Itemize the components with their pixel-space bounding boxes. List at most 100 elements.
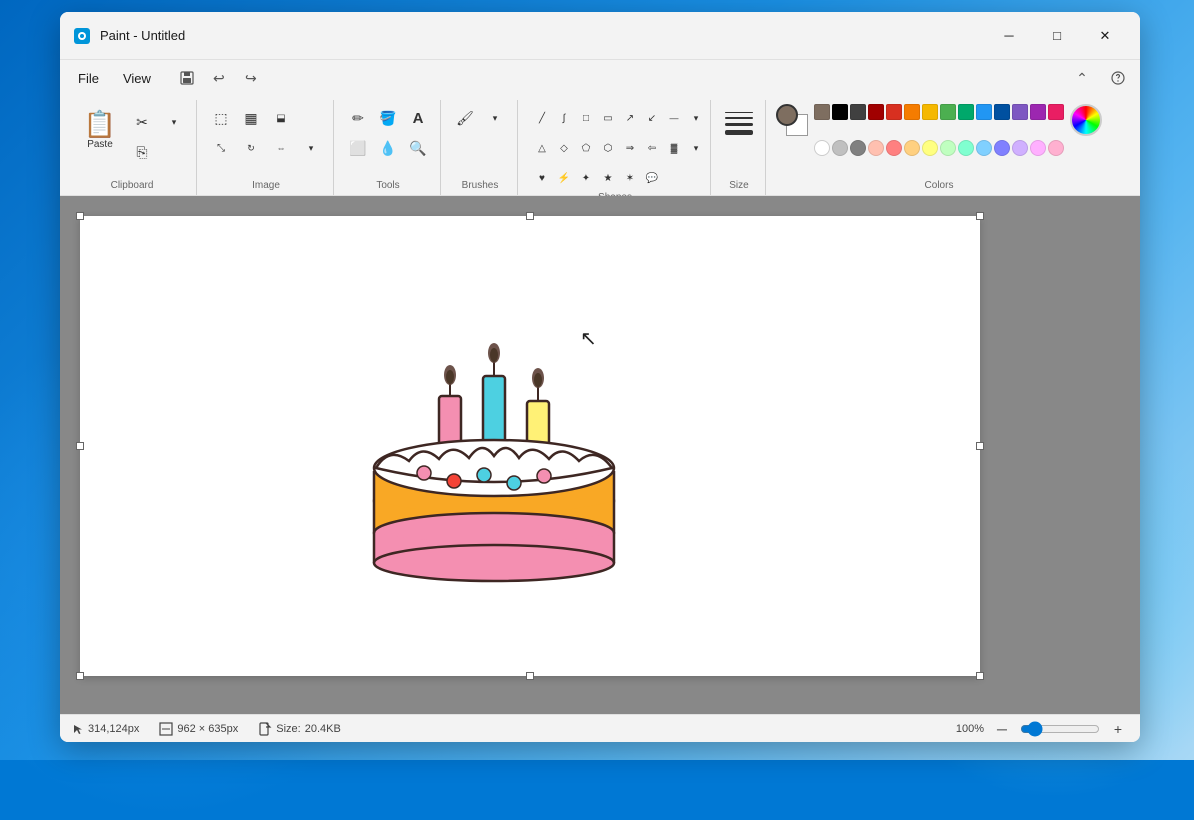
brushes-label: Brushes xyxy=(462,180,499,195)
swatch-lightsalmon[interactable] xyxy=(868,140,884,156)
cursor-icon xyxy=(72,723,84,735)
swatch-white[interactable] xyxy=(814,140,830,156)
swatch-lightorange[interactable] xyxy=(904,140,920,156)
rotate-button[interactable]: ↻ xyxy=(237,134,265,162)
swatch-lightred[interactable] xyxy=(886,140,902,156)
colors-label: Colors xyxy=(925,180,954,195)
window-title: Paint - Untitled xyxy=(100,28,185,43)
swatch-lightyellow[interactable] xyxy=(922,140,938,156)
redo-button[interactable]: ↪ xyxy=(237,64,265,92)
swatch-darkgray[interactable] xyxy=(850,104,866,120)
size-2px[interactable] xyxy=(725,117,753,119)
coordinates-display: 314,124px xyxy=(72,723,139,735)
image-group: ⬚ ▦ ⬓ ⤡ ↻ ⇔ ▾ Image xyxy=(199,100,334,195)
size-3px[interactable] xyxy=(725,123,753,126)
ribbon: 📋 Paste ✂ ⎘ ▾ Clipboard ⬚ ▦ ⬓ xyxy=(60,96,1140,196)
zoom-out-button[interactable]: ─ xyxy=(992,719,1012,739)
swatch-row1 xyxy=(814,104,1064,138)
pencil-button[interactable]: ✏ xyxy=(344,104,372,132)
swatch-lightviolet[interactable] xyxy=(1030,140,1046,156)
zoom-button[interactable]: 🔍 xyxy=(404,134,432,162)
swatch-black[interactable] xyxy=(832,104,848,120)
zoom-slider[interactable] xyxy=(1020,721,1100,737)
help-button[interactable] xyxy=(1104,64,1132,92)
swatch-lightpink[interactable] xyxy=(1048,140,1064,156)
swatch-gray[interactable] xyxy=(850,140,866,156)
swatch-purple[interactable] xyxy=(1012,104,1028,120)
cut-button[interactable]: ✂ xyxy=(128,108,156,136)
image-label: Image xyxy=(252,180,280,195)
app-icon xyxy=(72,26,92,46)
maximize-button[interactable]: □ xyxy=(1034,20,1080,52)
paste-button[interactable]: 📋 Paste xyxy=(76,104,124,156)
color-swatches xyxy=(814,104,1064,174)
swatch-violet[interactable] xyxy=(1030,104,1046,120)
select-button[interactable]: ⬚ xyxy=(207,104,235,132)
zoom-in-button[interactable]: + xyxy=(1108,719,1128,739)
shapes-group: ╱ ∫ □ ▭ ↗ ↙ — ▾ △ ◇ ⬠ ⬡ ⇒ ⇦ ▓ ▾ ♥ ⚡ ✦ xyxy=(520,100,711,195)
menu-bar-right: ⌃ xyxy=(1068,64,1132,92)
collapse-ribbon-button[interactable]: ⌃ xyxy=(1068,64,1096,92)
swatch-red[interactable] xyxy=(886,104,902,120)
swatch-lightgreen[interactable] xyxy=(940,140,956,156)
swatch-lightpurple[interactable] xyxy=(994,140,1010,156)
drawing-canvas[interactable]: ↖ xyxy=(80,216,980,676)
paste-dropdown[interactable]: ▾ xyxy=(160,108,188,136)
callout-tool[interactable]: 💬 xyxy=(638,164,666,192)
size-1px[interactable] xyxy=(725,112,753,113)
crop-button[interactable]: ⬓ xyxy=(267,104,295,132)
color-wheel[interactable] xyxy=(1070,104,1102,136)
menu-view[interactable]: View xyxy=(113,67,161,90)
swatch-lightblue[interactable] xyxy=(976,140,992,156)
brushes-dropdown[interactable]: ▾ xyxy=(481,104,509,132)
swatch-darkblue[interactable] xyxy=(994,104,1010,120)
close-button[interactable]: ✕ xyxy=(1082,20,1128,52)
flip-button[interactable]: ⇔ xyxy=(267,134,295,162)
swatch-yellow[interactable] xyxy=(922,104,938,120)
dimensions-icon xyxy=(159,722,173,736)
swatch-silver[interactable] xyxy=(832,140,848,156)
minimize-button[interactable]: ─ xyxy=(986,20,1032,52)
fill-button[interactable]: 🪣 xyxy=(374,104,402,132)
undo-button[interactable]: ↩ xyxy=(205,64,233,92)
size-label-text: Size: xyxy=(276,723,300,735)
swatch-lightcyan[interactable] xyxy=(958,140,974,156)
size-5px[interactable] xyxy=(725,130,753,135)
filesize-text: 20.4KB xyxy=(305,723,341,735)
tools-group: ✏ 🪣 A ⬜ 💧 🔍 Tools xyxy=(336,100,441,195)
canvas-area[interactable]: ↖ xyxy=(60,196,1140,714)
swatch-orange[interactable] xyxy=(904,104,920,120)
color-picker-button[interactable]: 💧 xyxy=(374,134,402,162)
outline-dropdown[interactable]: ▾ xyxy=(682,104,710,132)
fill-dropdown[interactable]: ▾ xyxy=(682,134,710,162)
eraser-button[interactable]: ⬜ xyxy=(344,134,372,162)
brush-button[interactable]: 🖌 xyxy=(451,104,479,132)
swatch-lavender[interactable] xyxy=(1012,140,1028,156)
swatch-darkred[interactable] xyxy=(868,104,884,120)
image-dropdown[interactable]: ▾ xyxy=(297,134,325,162)
dimensions-display: 962 × 635px xyxy=(159,722,238,736)
size-group: Size xyxy=(713,100,766,195)
dimensions-text: 962 × 635px xyxy=(177,723,238,735)
paint-window: Paint - Untitled ─ □ ✕ File View ↩ ↪ ⌃ xyxy=(60,12,1140,742)
swatch-green[interactable] xyxy=(940,104,956,120)
save-button[interactable] xyxy=(173,64,201,92)
brushes-group: 🖌 ▾ Brushes xyxy=(443,100,518,195)
clipboard-group: 📋 Paste ✂ ⎘ ▾ Clipboard xyxy=(68,100,197,195)
copy-button[interactable]: ⎘ xyxy=(128,138,156,166)
filesize-icon xyxy=(258,722,272,736)
swatch-brown[interactable] xyxy=(814,104,830,120)
cake-drawing xyxy=(334,301,654,591)
foreground-color-swatch[interactable] xyxy=(776,104,798,126)
coordinates-text: 314,124px xyxy=(88,723,139,735)
swatch-row2 xyxy=(814,140,1064,174)
zoom-controls: 100% ─ + xyxy=(956,719,1128,739)
swatch-pink[interactable] xyxy=(1048,104,1064,120)
swatch-teal[interactable] xyxy=(958,104,974,120)
text-button[interactable]: A xyxy=(404,104,432,132)
colors-group: Colors xyxy=(768,100,1110,195)
select-all-button[interactable]: ▦ xyxy=(237,104,265,132)
resize-button[interactable]: ⤡ xyxy=(207,134,235,162)
menu-file[interactable]: File xyxy=(68,67,109,90)
swatch-blue[interactable] xyxy=(976,104,992,120)
